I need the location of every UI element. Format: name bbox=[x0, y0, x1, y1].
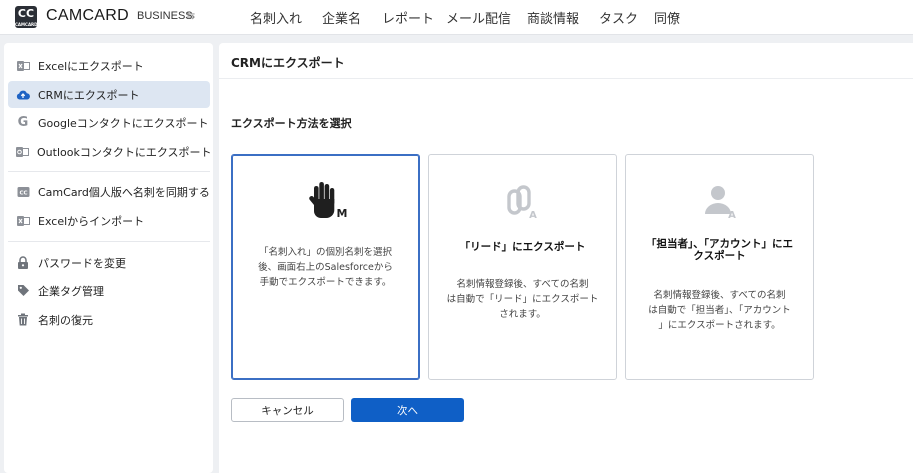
card-desc-line: 名刺情報登録後、すべての名刺 bbox=[456, 279, 589, 290]
google-icon: G bbox=[17, 115, 29, 130]
card-desc-line: 」にエクスポートされます。 bbox=[658, 320, 781, 331]
excel-icon bbox=[16, 214, 30, 228]
sidebar-item-export-crm[interactable]: CRMにエクスポート bbox=[8, 81, 210, 108]
sidebar-item-restore-cards[interactable]: 名刺の復元 bbox=[8, 306, 210, 333]
sidebar-item-label: 企業タグ管理 bbox=[38, 284, 104, 298]
card-heading-line: 「担当者」、「アカウント」にエ bbox=[646, 238, 793, 250]
nav-deals[interactable]: 商談情報 bbox=[527, 8, 579, 27]
card-desc-line: 手動でエクスポートできます。 bbox=[259, 277, 392, 288]
outlook-icon bbox=[16, 145, 29, 159]
logo-text: CC bbox=[17, 7, 35, 20]
nav-companies[interactable]: 企業名 bbox=[322, 8, 361, 27]
card-heading-line: 「リード」にエクスポート bbox=[459, 241, 586, 253]
sidebar-divider bbox=[8, 171, 210, 172]
svg-text:CC: CC bbox=[19, 190, 27, 196]
sidebar-item-export-outlook[interactable]: Outlookコンタクトにエクスポート bbox=[8, 138, 212, 165]
sidebar-item-label: パスワードを変更 bbox=[38, 256, 126, 270]
sidebar-item-import-excel[interactable]: Excelからインポート bbox=[8, 207, 210, 234]
sidebar-item-label: CRMにエクスポート bbox=[38, 88, 140, 102]
card-heading: 「担当者」、「アカウント」にエ クスポート bbox=[640, 238, 799, 262]
nav-colleagues[interactable]: 同僚 bbox=[654, 8, 680, 27]
person-icon: A bbox=[626, 181, 813, 223]
logo-subtext: CAMCARD bbox=[15, 22, 38, 27]
top-bar: CC CAMCARD CAMCARD BUSINESS ⇆ 名刺入れ 企業名 レ… bbox=[0, 0, 913, 35]
sidebar-item-change-password[interactable]: パスワードを変更 bbox=[8, 249, 210, 276]
card-description: 名刺情報登録後、すべての名刺 は自動で「リード」にエクスポート されます。 bbox=[443, 277, 602, 322]
card-heading: 「リード」にエクスポート bbox=[443, 241, 602, 253]
title-divider bbox=[219, 78, 913, 79]
trash-icon bbox=[16, 313, 30, 327]
next-button[interactable]: 次へ bbox=[351, 398, 464, 422]
card-desc-line: 名刺情報登録後、すべての名刺 bbox=[653, 290, 786, 301]
sidebar-item-export-excel[interactable]: Excelにエクスポート bbox=[8, 52, 210, 79]
nav-cards[interactable]: 名刺入れ bbox=[250, 8, 302, 27]
swap-icon[interactable]: ⇆ bbox=[186, 9, 195, 22]
nav-tasks[interactable]: タスク bbox=[599, 8, 638, 27]
nav-reports[interactable]: レポート bbox=[382, 8, 434, 27]
card-desc-line: 後、画面右上のSalesforceから bbox=[258, 262, 393, 273]
sidebar: Excelにエクスポート CRMにエクスポート G Googleコンタクトにエク… bbox=[4, 43, 213, 473]
sidebar-item-tag-management[interactable]: 企業タグ管理 bbox=[8, 277, 210, 304]
tag-icon bbox=[16, 284, 30, 298]
card-icon-letter: A bbox=[529, 210, 537, 221]
card-desc-line: は自動で「リード」にエクスポート bbox=[446, 294, 599, 305]
link-icon: A bbox=[429, 181, 616, 223]
main-panel: CRMにエクスポート エクスポート方法を選択 M 「名刺入れ」の個別名刺を選択 … bbox=[219, 43, 913, 473]
sidebar-item-label: Excelからインポート bbox=[38, 214, 145, 228]
section-title: エクスポート方法を選択 bbox=[231, 117, 352, 130]
excel-icon bbox=[16, 59, 30, 73]
sidebar-item-label: Googleコンタクトにエクスポート bbox=[38, 116, 209, 130]
lock-icon bbox=[16, 256, 30, 270]
brand-name[interactable]: CAMCARD bbox=[46, 7, 129, 25]
card-desc-line: は自動で「担当者」、「アカウント bbox=[648, 305, 791, 316]
option-card-contact-account[interactable]: A 「担当者」、「アカウント」にエ クスポート 名刺情報登録後、すべての名刺 は… bbox=[625, 154, 814, 380]
card-icon-letter: A bbox=[728, 210, 736, 221]
hand-icon: M bbox=[232, 181, 419, 223]
card-description: 「名刺入れ」の個別名刺を選択 後、画面右上のSalesforceから 手動でエク… bbox=[246, 245, 405, 290]
page-title: CRMにエクスポート bbox=[231, 56, 345, 70]
sidebar-item-label: Outlookコンタクトにエクスポート bbox=[37, 145, 212, 159]
option-card-manual[interactable]: M 「名刺入れ」の個別名刺を選択 後、画面右上のSalesforceから 手動で… bbox=[231, 154, 420, 380]
cloud-upload-icon bbox=[16, 88, 30, 102]
sidebar-item-label: Excelにエクスポート bbox=[38, 59, 144, 73]
sidebar-divider bbox=[8, 241, 210, 242]
camcard-icon: CC bbox=[16, 185, 30, 199]
sidebar-item-label: 名刺の復元 bbox=[38, 313, 93, 327]
card-icon-letter: M bbox=[336, 207, 347, 220]
nav-mail[interactable]: メール配信 bbox=[446, 8, 511, 27]
card-heading-line: クスポート bbox=[693, 250, 746, 262]
sidebar-item-export-google[interactable]: G Googleコンタクトにエクスポート bbox=[8, 109, 210, 136]
option-card-lead[interactable]: A 「リード」にエクスポート 名刺情報登録後、すべての名刺 は自動で「リード」に… bbox=[428, 154, 617, 380]
sidebar-item-label: CamCard個人版へ名刺を同期する bbox=[38, 185, 210, 199]
cancel-button[interactable]: キャンセル bbox=[231, 398, 344, 422]
camcard-logo-icon[interactable]: CC CAMCARD bbox=[15, 6, 37, 28]
edition-label: BUSINESS bbox=[137, 10, 193, 22]
card-desc-line: 「名刺入れ」の個別名刺を選択 bbox=[258, 247, 392, 258]
card-desc-line: されます。 bbox=[499, 309, 546, 320]
card-description: 名刺情報登録後、すべての名刺 は自動で「担当者」、「アカウント 」にエクスポート… bbox=[640, 288, 799, 333]
sidebar-item-sync-personal[interactable]: CC CamCard個人版へ名刺を同期する bbox=[8, 178, 210, 205]
